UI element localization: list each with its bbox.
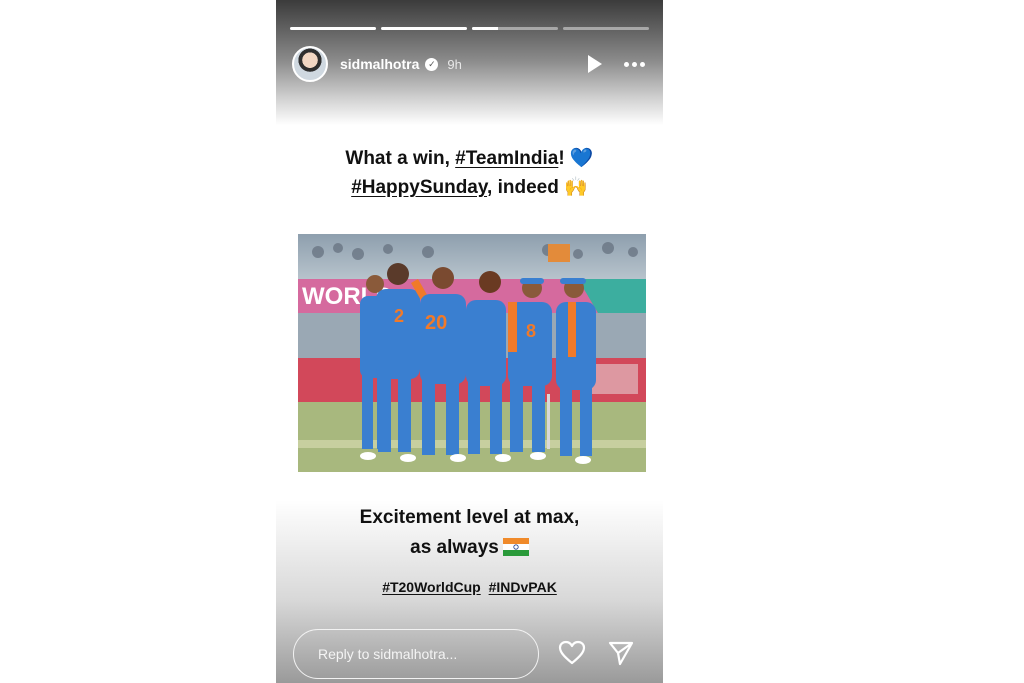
jersey-number: 20 (425, 312, 447, 334)
progress-segment (381, 27, 467, 30)
caption-line: Excitement level at max, (359, 507, 580, 528)
team-photo-illustration: WORLD 2 20 8 (298, 234, 646, 472)
post-time: 9h (447, 56, 462, 72)
caption-text: What a win, (345, 148, 456, 169)
verified-badge-icon: ✓ (425, 57, 439, 71)
blue-heart-emoji: 💙 (569, 147, 594, 169)
progress-segment (290, 27, 376, 30)
hashtag-happysunday[interactable]: #HappySunday (351, 177, 487, 198)
hashtag-t20worldcup[interactable]: #T20WorldCup (382, 579, 481, 595)
story-viewer[interactable]: sidmalhotra ✓ 9h What a win, #TeamIndia!… (276, 0, 663, 683)
jersey-number: 8 (526, 321, 536, 341)
raised-hands-emoji: 🙌 (564, 176, 588, 198)
team-photo: WORLD 2 20 8 (298, 234, 646, 472)
more-icon[interactable] (624, 61, 645, 67)
caption-bottom: Excitement level at max, as always (276, 503, 663, 563)
caption-top: What a win, #TeamIndia! 💙 #HappySunday, … (276, 144, 663, 202)
avatar[interactable] (292, 46, 328, 82)
india-flag-icon (502, 538, 529, 556)
heart-icon[interactable] (558, 640, 586, 666)
caption-text: ! (558, 148, 570, 169)
play-icon[interactable] (588, 55, 602, 73)
progress-segment (472, 27, 558, 30)
send-icon[interactable] (607, 640, 635, 666)
progress-segment (563, 27, 649, 30)
story-progress (290, 27, 649, 30)
hashtags: #T20WorldCup #INDvPAK (276, 579, 663, 595)
username[interactable]: sidmalhotra (340, 56, 419, 72)
jersey-number: 2 (394, 306, 404, 326)
progress-fill (472, 27, 498, 30)
caption-text: , indeed (487, 177, 565, 198)
progress-fill (290, 27, 376, 30)
progress-fill (381, 27, 467, 30)
story-header: sidmalhotra ✓ 9h (292, 44, 647, 84)
hashtag-teamindia[interactable]: #TeamIndia (455, 148, 558, 169)
hashtag-indvpak[interactable]: #INDvPAK (489, 579, 557, 595)
reply-placeholder: Reply to sidmalhotra... (318, 646, 458, 662)
caption-line: as always (410, 537, 499, 558)
reply-input[interactable]: Reply to sidmalhotra... (293, 629, 539, 679)
